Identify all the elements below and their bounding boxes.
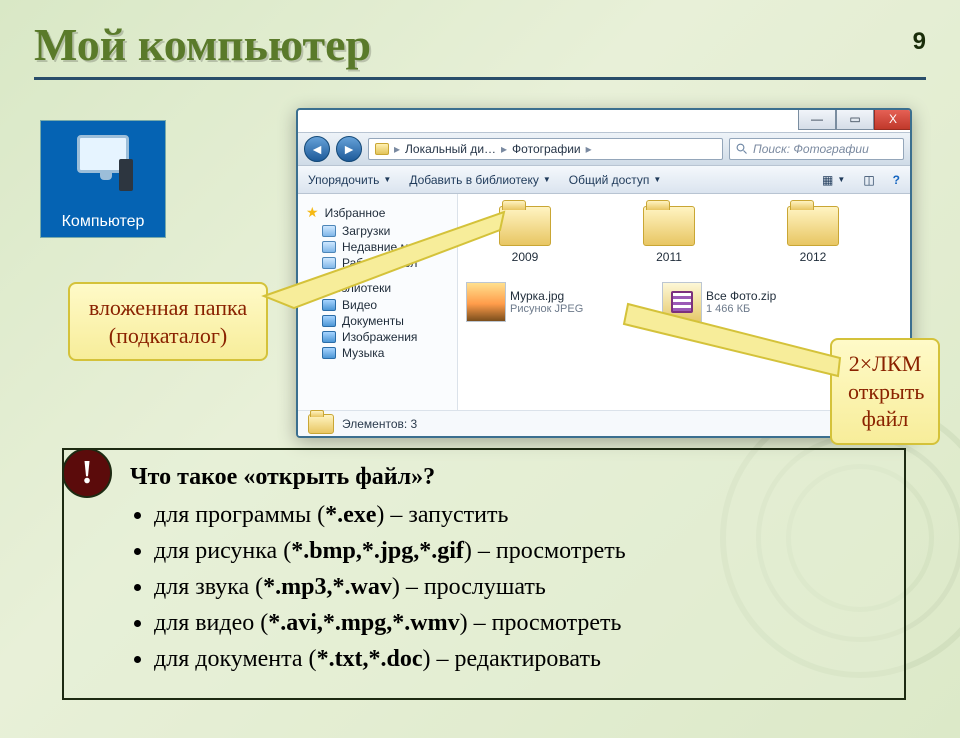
computer-desktop-icon[interactable]: Компьютер	[40, 120, 166, 238]
chevron-down-icon: ▼	[543, 175, 551, 184]
sidebar-item-music[interactable]: Музыка	[306, 345, 449, 361]
sidebar-item-desktop[interactable]: Рабочий стол	[306, 255, 449, 271]
chevron-right-icon: ▸	[501, 142, 507, 156]
address-bar: ◄ ► ▸ Локальный ди… ▸ Фотографии ▸ Поиск…	[298, 132, 910, 166]
attention-badge: !	[62, 448, 112, 498]
callout-subfolder: вложенная папка (подкаталог)	[68, 282, 268, 361]
archive-file-icon	[662, 282, 702, 322]
path-seg-2: Фотографии	[512, 142, 581, 156]
callout-doubleclick: 2×ЛКМ открыть файл	[830, 338, 940, 445]
folder-label: 2011	[656, 250, 682, 264]
tower-icon	[119, 159, 133, 191]
back-button[interactable]: ◄	[304, 136, 330, 162]
window-controls: — ▭ X	[798, 108, 912, 130]
chevron-down-icon: ▼	[653, 175, 661, 184]
folder-icon	[499, 206, 551, 246]
list-item: для документа (*.txt,*.doc) – редактиров…	[154, 641, 882, 677]
folder-icon	[322, 299, 336, 311]
folder-icon	[643, 206, 695, 246]
minimize-button[interactable]: —	[798, 108, 836, 130]
folder-icon	[322, 225, 336, 237]
folder-label: 2009	[512, 250, 539, 264]
add-library-menu[interactable]: Добавить в библиотеку▼	[409, 173, 550, 187]
folder-icon	[787, 206, 839, 246]
organize-menu[interactable]: Упорядочить▼	[308, 173, 391, 187]
search-icon	[736, 143, 748, 155]
list-item: для рисунка (*.bmp,*.jpg,*.gif) – просмо…	[154, 533, 882, 569]
toolbar: Упорядочить▼ Добавить в библиотеку▼ Общи…	[298, 166, 910, 194]
sidebar-favorites[interactable]: ★Избранное	[306, 202, 449, 223]
preview-pane-button[interactable]: ◫	[863, 173, 874, 187]
list-item: для видео (*.avi,*.mpg,*.wmv) – просмотр…	[154, 605, 882, 641]
library-icon	[306, 282, 320, 294]
info-question: Что такое «открыть файл»?	[130, 464, 882, 491]
image-file-icon	[466, 282, 506, 322]
file-zip[interactable]: Все Фото.zip 1 466 КБ	[662, 282, 832, 322]
folder-icon	[322, 347, 336, 359]
help-button[interactable]: ?	[893, 173, 900, 187]
file-name: Все Фото.zip	[706, 289, 776, 303]
chevron-right-icon: ▸	[586, 142, 592, 156]
explorer-window: — ▭ X ◄ ► ▸ Локальный ди… ▸ Фотографии ▸…	[296, 108, 912, 438]
chevron-down-icon: ▼	[383, 175, 391, 184]
file-meta: Рисунок JPEG	[510, 303, 583, 315]
search-input[interactable]: Поиск: Фотографии	[729, 138, 904, 160]
view-mode-button[interactable]: ▦ ▼	[822, 173, 845, 187]
folder-2009[interactable]: 2009	[466, 206, 584, 264]
sidebar-item-video[interactable]: Видео	[306, 297, 449, 313]
status-bar: Элементов: 3	[298, 410, 910, 436]
folder-icon	[322, 241, 336, 253]
forward-button[interactable]: ►	[336, 136, 362, 162]
breadcrumb[interactable]: ▸ Локальный ди… ▸ Фотографии ▸	[368, 138, 723, 160]
info-box: ! Что такое «открыть файл»? для программ…	[62, 448, 906, 700]
sidebar-item-recent[interactable]: Недавние места	[306, 239, 449, 255]
chevron-right-icon: ▸	[394, 142, 400, 156]
search-placeholder: Поиск: Фотографии	[753, 142, 869, 156]
maximize-button[interactable]: ▭	[836, 108, 874, 130]
folder-2011[interactable]: 2011	[610, 206, 728, 264]
folder-icon	[322, 315, 336, 327]
list-item: для звука (*.mp3,*.wav) – прослушать	[154, 569, 882, 605]
star-icon: ★	[306, 204, 319, 221]
file-meta: 1 466 КБ	[706, 303, 776, 315]
sidebar-item-images[interactable]: Изображения	[306, 329, 449, 345]
folder-icon	[322, 257, 336, 269]
page-title: Мой компьютер	[34, 18, 926, 80]
file-name: Мурка.jpg	[510, 289, 583, 303]
close-button[interactable]: X	[874, 108, 912, 130]
page-number: 9	[913, 28, 926, 56]
list-item: для программы (*.exe) – запустить	[154, 497, 882, 533]
info-list: для программы (*.exe) – запустить для ри…	[130, 497, 882, 677]
explorer-body: ★Избранное Загрузки Недавние места Рабоч…	[298, 194, 910, 410]
drive-icon	[375, 143, 389, 155]
sidebar: ★Избранное Загрузки Недавние места Рабоч…	[298, 194, 458, 410]
sidebar-libraries[interactable]: Библиотеки	[306, 279, 449, 297]
file-jpg[interactable]: Мурка.jpg Рисунок JPEG	[466, 282, 636, 322]
share-menu[interactable]: Общий доступ▼	[569, 173, 662, 187]
sidebar-item-documents[interactable]: Документы	[306, 313, 449, 329]
folder-2012[interactable]: 2012	[754, 206, 872, 264]
folder-label: 2012	[800, 250, 827, 264]
computer-label: Компьютер	[41, 213, 165, 231]
status-text: Элементов: 3	[342, 417, 417, 431]
folder-icon	[322, 331, 336, 343]
path-seg-1: Локальный ди…	[405, 142, 496, 156]
sidebar-item-downloads[interactable]: Загрузки	[306, 223, 449, 239]
folder-icon	[308, 414, 334, 434]
